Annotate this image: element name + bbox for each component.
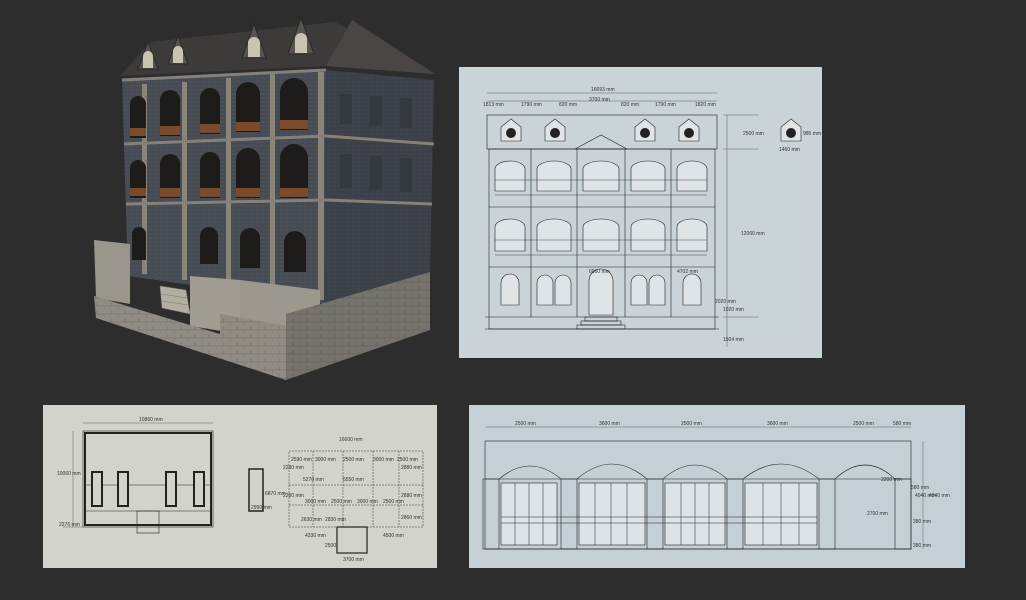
plan-right-left-0: 2280 mm: [283, 465, 304, 471]
arcade-right-5: 380 mm: [913, 519, 931, 525]
arcade-right-0: 2200 mm: [881, 477, 902, 483]
plan-right-row2-1: 2500 mm: [331, 499, 352, 505]
plan-left-bottom: 2276 mm: [59, 522, 80, 528]
plan-right-row-0: 2590 mm: [291, 457, 312, 463]
dim-dormer-0: 985 mm: [803, 131, 821, 137]
plan-bottom-1: 3700 mm: [343, 557, 364, 563]
plan-right-row2-3: 2500 mm: [383, 499, 404, 505]
dim-right-4: 1504 mm: [723, 337, 744, 343]
plan-right-lower-2: 4330 mm: [305, 533, 326, 539]
dim-right-2: 2020 mm: [715, 299, 736, 305]
dim-top-4: 820 mm: [621, 102, 639, 108]
arcade-right-2: 580 mm: [911, 485, 929, 491]
arcade-top-2: 2500 mm: [681, 421, 702, 427]
arcade-top-5: 580 mm: [893, 421, 911, 427]
plan-small-1: 2990 mm: [251, 505, 272, 511]
dim-right-1: 12060 mm: [741, 231, 765, 237]
plan-right-row2-0: 3000 mm: [305, 499, 326, 505]
plan-left-side: 10060 mm: [57, 471, 81, 477]
plan-right-row2-2: 3000 mm: [357, 499, 378, 505]
plan-right-row-3: 3000 mm: [373, 457, 394, 463]
dim-top-0: 1813 mm: [483, 102, 504, 108]
plan-right-row-2: 2500 mm: [343, 457, 364, 463]
dim-top-1: 1790 mm: [521, 102, 542, 108]
arcade-right-4: 4040 mm: [929, 493, 950, 499]
plan-right-top: 16600 mm: [339, 437, 363, 443]
arcade-top-0: 2500 mm: [515, 421, 536, 427]
plan-right-mid-1: 5550 mm: [343, 477, 364, 483]
dim-top-2: 820 mm: [559, 102, 577, 108]
plan-right-side-2: 2860 mm: [401, 515, 422, 521]
plan-right-side-0: 2880 mm: [401, 465, 422, 471]
dim-right-3: 1020 mm: [723, 307, 744, 313]
arcade-top-4: 2500 mm: [853, 421, 874, 427]
dim-mid-1: 4702 mm: [677, 269, 698, 275]
dim-dormer-1: 1460 mm: [779, 147, 800, 153]
plan-right-row-4: 2500 mm: [397, 457, 418, 463]
dim-top-6: 1820 mm: [695, 102, 716, 108]
arcade-elevation-drawing: 2500 mm 3600 mm 2500 mm 3600 mm 2500 mm …: [469, 405, 965, 568]
dim-top-3: 3700 mm: [589, 97, 610, 103]
plan-right-mid-0: 5270 mm: [303, 477, 324, 483]
dim-right-0: 2500 mm: [743, 131, 764, 137]
dim-overall-width: 16693 mm: [591, 87, 615, 93]
plan-bottom-0: 2500: [325, 543, 336, 549]
dim-top-5: 1790 mm: [655, 102, 676, 108]
building-3d-render: [90, 14, 440, 380]
arcade-right-1: 2700 mm: [867, 511, 888, 517]
plan-right-lower-1: 2830 mm: [325, 517, 346, 523]
plan-right-row-1: 3000 mm: [315, 457, 336, 463]
floor-plans-drawing: 10860 mm 10060 mm 2276 mm 6870 mm 2990 m…: [43, 405, 437, 568]
arcade-top-3: 3600 mm: [767, 421, 788, 427]
plan-right-side-1: 2880 mm: [401, 493, 422, 499]
arcade-top-1: 3600 mm: [599, 421, 620, 427]
dim-mid-0: 6060 mm: [589, 269, 610, 275]
front-elevation-drawing: 16693 mm 1813 mm 1790 mm 820 mm 3700 mm …: [459, 67, 822, 358]
plan-left-top: 10860 mm: [139, 417, 163, 423]
plan-right-left-1: 2280 mm: [283, 493, 304, 499]
arcade-right-6: 380 mm: [913, 543, 931, 549]
plan-right-lower-3: 4500 mm: [383, 533, 404, 539]
plan-right-lower-0: 2630 mm: [301, 517, 322, 523]
